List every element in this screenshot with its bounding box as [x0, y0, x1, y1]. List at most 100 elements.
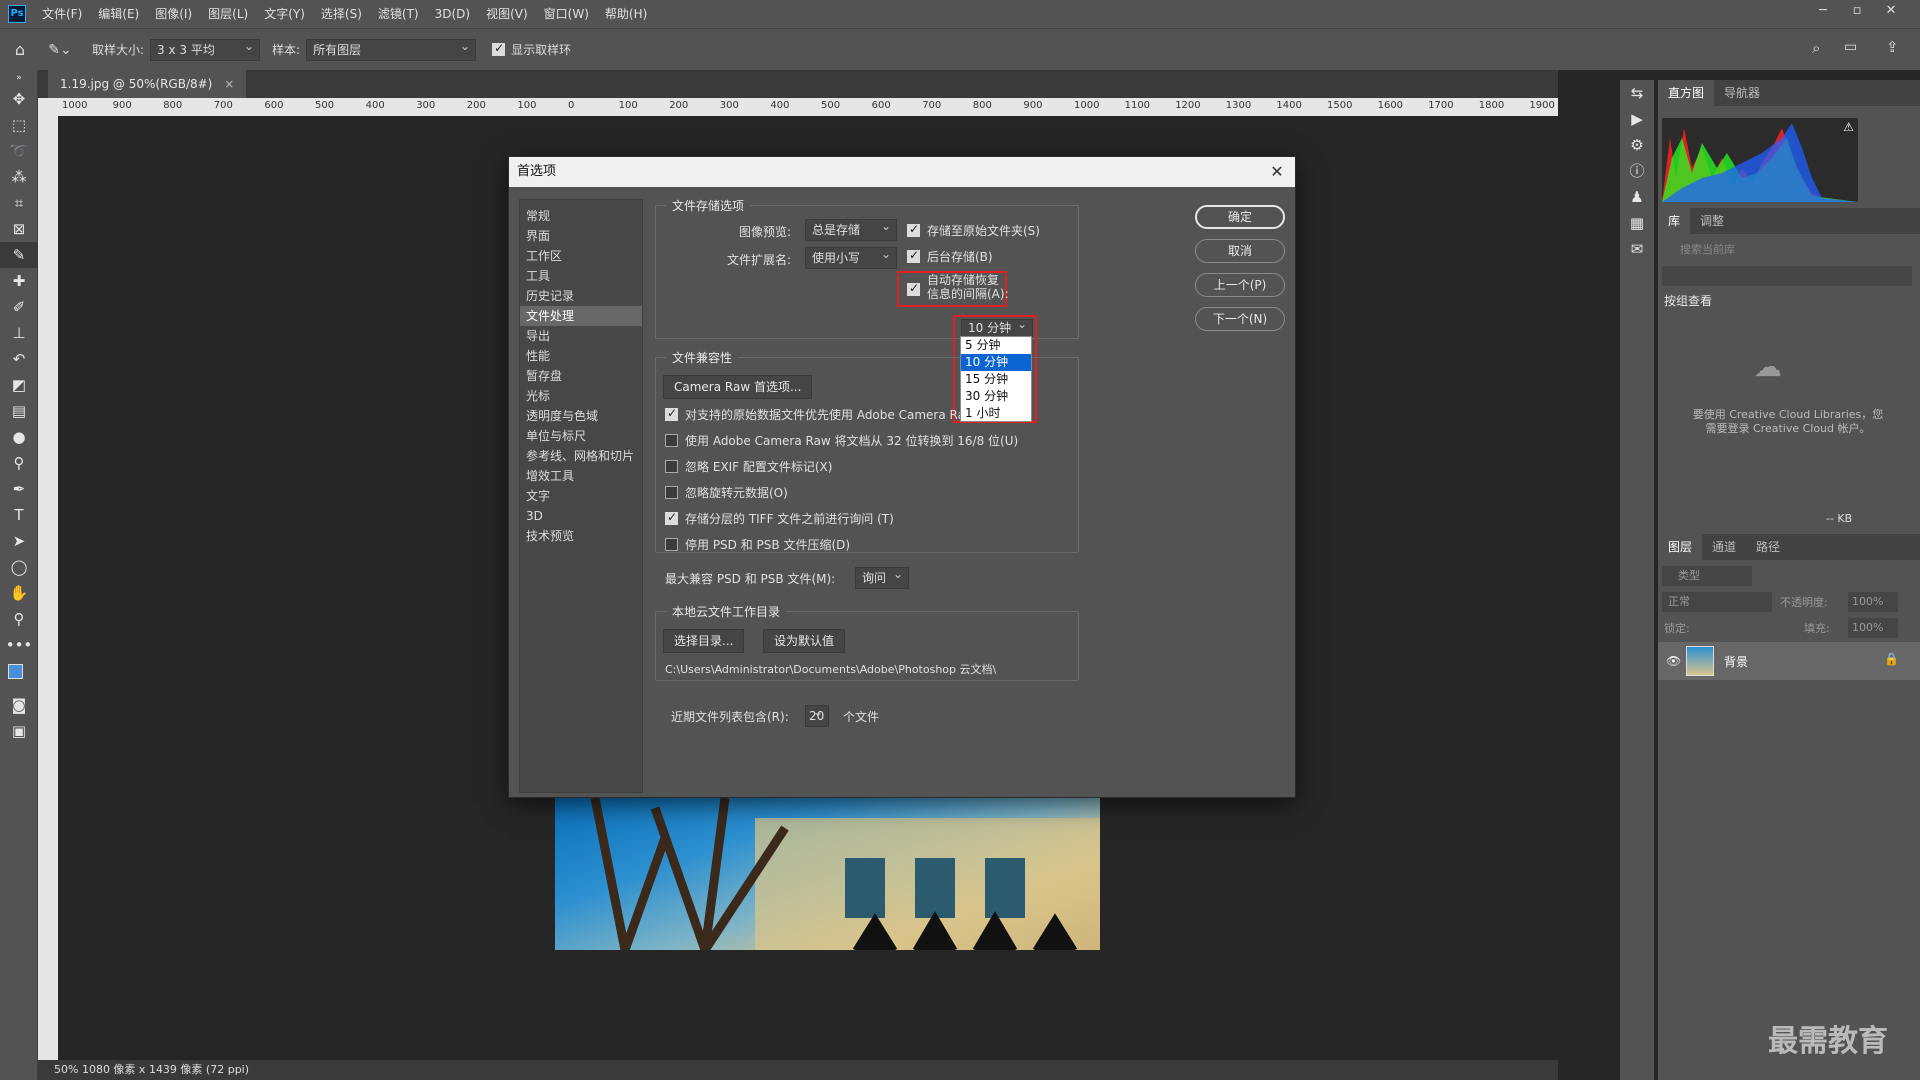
search-icon[interactable]: ⌕: [1812, 39, 1820, 57]
foreground-color-icon[interactable]: [8, 664, 23, 679]
eraser-tool-icon[interactable]: ◩: [0, 372, 38, 398]
swatches-panel-icon[interactable]: ▦: [1620, 210, 1654, 236]
blur-tool-icon[interactable]: ●: [0, 424, 38, 450]
hand-tool-icon[interactable]: ✋: [0, 580, 38, 606]
menu-file[interactable]: 文件(F): [34, 0, 90, 28]
save-to-original-checkbox[interactable]: [907, 222, 920, 237]
ask-tiff-checkbox[interactable]: [665, 510, 678, 525]
category-interface[interactable]: 界面: [520, 226, 642, 246]
fill-input[interactable]: 100%: [1848, 618, 1898, 638]
menu-view[interactable]: 视图(V): [478, 0, 536, 28]
tab-layers[interactable]: 图层: [1658, 534, 1703, 560]
layer-filter-select[interactable]: 类型: [1662, 566, 1752, 586]
autosave-interval-select[interactable]: 10 分钟: [961, 316, 1033, 337]
ok-button[interactable]: 确定: [1195, 205, 1285, 229]
path-select-tool-icon[interactable]: ➤: [0, 528, 38, 554]
quick-mask-icon[interactable]: ◙: [0, 692, 38, 718]
category-cursors[interactable]: 光标: [520, 386, 642, 406]
dropdown-option[interactable]: 10 分钟: [961, 354, 1031, 371]
choose-dir-button[interactable]: 选择目录...: [663, 629, 745, 653]
frame-tool-icon[interactable]: ⊠: [0, 216, 38, 242]
brush-tool-icon[interactable]: ✐: [0, 294, 38, 320]
category-general[interactable]: 常规: [520, 206, 642, 226]
category-performance[interactable]: 性能: [520, 346, 642, 366]
background-save-checkbox[interactable]: [907, 248, 920, 263]
category-tech-preview[interactable]: 技术预览: [520, 526, 642, 546]
cancel-button[interactable]: 取消: [1195, 239, 1285, 263]
dropdown-option[interactable]: 30 分钟: [961, 388, 1031, 405]
image-preview-select[interactable]: 总是存储: [805, 216, 897, 241]
group-view-label[interactable]: 按组查看: [1664, 292, 1712, 309]
camera-raw-prefs-button[interactable]: Camera Raw 首选项...: [663, 375, 813, 399]
category-plugins[interactable]: 增效工具: [520, 466, 642, 486]
screen-mode-icon[interactable]: ▣: [0, 718, 38, 744]
share-icon[interactable]: ⇪: [1886, 38, 1899, 56]
menu-select[interactable]: 选择(S): [313, 0, 370, 28]
healing-brush-tool-icon[interactable]: ✚: [0, 268, 38, 294]
pen-tool-icon[interactable]: ✒: [0, 476, 38, 502]
category-type[interactable]: 文字: [520, 486, 642, 506]
warning-icon[interactable]: ⚠: [1843, 120, 1854, 134]
document-tab[interactable]: 1.19.jpg @ 50%(RGB/8#) ×: [48, 70, 247, 98]
notes-panel-icon[interactable]: ✉: [1620, 236, 1654, 262]
type-tool-icon[interactable]: T: [0, 502, 38, 528]
info-panel-icon[interactable]: ⓘ: [1620, 158, 1654, 184]
menu-type[interactable]: 文字(Y): [256, 0, 313, 28]
library-select[interactable]: [1662, 266, 1912, 286]
actions-panel-icon[interactable]: ▶: [1620, 106, 1654, 132]
tab-histogram[interactable]: 直方图: [1658, 80, 1715, 106]
eyedropper-tool-icon[interactable]: ✎: [0, 242, 38, 268]
more-tools-icon[interactable]: •••: [0, 632, 38, 658]
maximize-icon[interactable]: ▫: [1840, 0, 1874, 22]
lasso-tool-icon[interactable]: ➰: [0, 138, 38, 164]
category-scratch-disks[interactable]: 暂存盘: [520, 366, 642, 386]
dodge-tool-icon[interactable]: ⚲: [0, 450, 38, 476]
home-icon[interactable]: ⌂: [0, 40, 40, 59]
opacity-input[interactable]: 100%: [1848, 592, 1898, 612]
recent-files-input[interactable]: 20: [805, 702, 829, 727]
marquee-tool-icon[interactable]: ⬚: [0, 112, 38, 138]
tab-navigator[interactable]: 导航器: [1714, 80, 1770, 106]
color-swatches[interactable]: [0, 658, 38, 692]
menu-image[interactable]: 图像(I): [147, 0, 200, 28]
prefer-camera-raw-checkbox[interactable]: [665, 406, 678, 421]
library-search-input[interactable]: 搜索当前库: [1662, 240, 1912, 260]
menu-filter[interactable]: 滤镜(T): [370, 0, 427, 28]
sample-select[interactable]: 所有图层: [306, 36, 477, 61]
file-extension-select[interactable]: 使用小写: [805, 244, 897, 269]
history-brush-tool-icon[interactable]: ↶: [0, 346, 38, 372]
close-window-icon[interactable]: ✕: [1874, 0, 1908, 22]
eyedropper-preset-icon[interactable]: ✎⌄: [40, 42, 80, 58]
zoom-tool-icon[interactable]: ⚲: [0, 606, 38, 632]
category-tools[interactable]: 工具: [520, 266, 642, 286]
blend-mode-select[interactable]: 正常: [1662, 592, 1772, 612]
previous-button[interactable]: 上一个(P): [1195, 273, 1285, 297]
category-transparency[interactable]: 透明度与色域: [520, 406, 642, 426]
sample-size-select[interactable]: 3 x 3 平均: [150, 36, 261, 61]
magic-wand-tool-icon[interactable]: ⁂: [0, 164, 38, 190]
category-3d[interactable]: 3D: [520, 506, 642, 526]
workspace-icon[interactable]: ▭: [1844, 39, 1857, 55]
minimize-icon[interactable]: ─: [1806, 0, 1840, 22]
glyphs-panel-icon[interactable]: ♟: [1620, 184, 1654, 210]
close-icon[interactable]: ✕: [1265, 157, 1289, 187]
max-compat-select[interactable]: 询问: [855, 564, 909, 589]
category-units[interactable]: 单位与标尺: [520, 426, 642, 446]
visibility-eye-icon[interactable]: 👁: [1666, 654, 1681, 668]
stamp-tool-icon[interactable]: ⊥: [0, 320, 38, 346]
crop-tool-icon[interactable]: ⌗: [0, 190, 38, 216]
history-panel-icon[interactable]: ⇆: [1620, 80, 1654, 106]
convert-32bit-checkbox[interactable]: [665, 434, 678, 447]
category-export[interactable]: 导出: [520, 326, 642, 346]
menu-help[interactable]: 帮助(H): [597, 0, 655, 28]
ellipse-tool-icon[interactable]: ◯: [0, 554, 38, 580]
menu-edit[interactable]: 编辑(E): [90, 0, 147, 28]
collapse-icon[interactable]: »: [0, 70, 38, 86]
dropdown-option[interactable]: 15 分钟: [961, 371, 1031, 388]
dropdown-option[interactable]: 1 小时: [961, 405, 1031, 422]
menu-window[interactable]: 窗口(W): [536, 0, 597, 28]
category-file-handling[interactable]: 文件处理: [520, 306, 642, 326]
tab-channels[interactable]: 通道: [1702, 534, 1746, 560]
show-ring-checkbox[interactable]: [492, 41, 506, 56]
layer-row[interactable]: 👁 背景 🔒: [1658, 642, 1920, 680]
